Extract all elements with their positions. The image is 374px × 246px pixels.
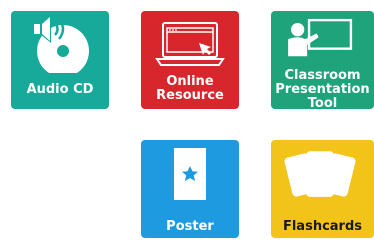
classroom-presentation-tool-label: Classroom Presentation Tool: [275, 68, 370, 110]
cd-hole: [57, 45, 69, 57]
poster-star-icon: [174, 148, 206, 200]
flashcards-label: Flashcards: [282, 219, 363, 234]
flashcards-icon: [284, 151, 356, 197]
poster-tile[interactable]: Poster: [141, 140, 239, 238]
poster-label: Poster: [166, 219, 214, 234]
presenter-whiteboard-icon: [288, 18, 353, 57]
audio-cd-tile[interactable]: Audio CD: [11, 11, 109, 109]
online-resource-tile[interactable]: Online Resource: [141, 11, 239, 109]
audio-cd-label: Audio CD: [26, 82, 94, 97]
online-resource-label: Online Resource: [156, 74, 224, 103]
flashcards-tile[interactable]: Flashcards: [271, 140, 374, 238]
laptop-browser-icon: [155, 22, 225, 66]
cursor-icon: [199, 43, 211, 55]
audio-cd-icon: [33, 15, 89, 73]
classroom-presentation-tool-tile[interactable]: Classroom Presentation Tool: [271, 11, 374, 109]
